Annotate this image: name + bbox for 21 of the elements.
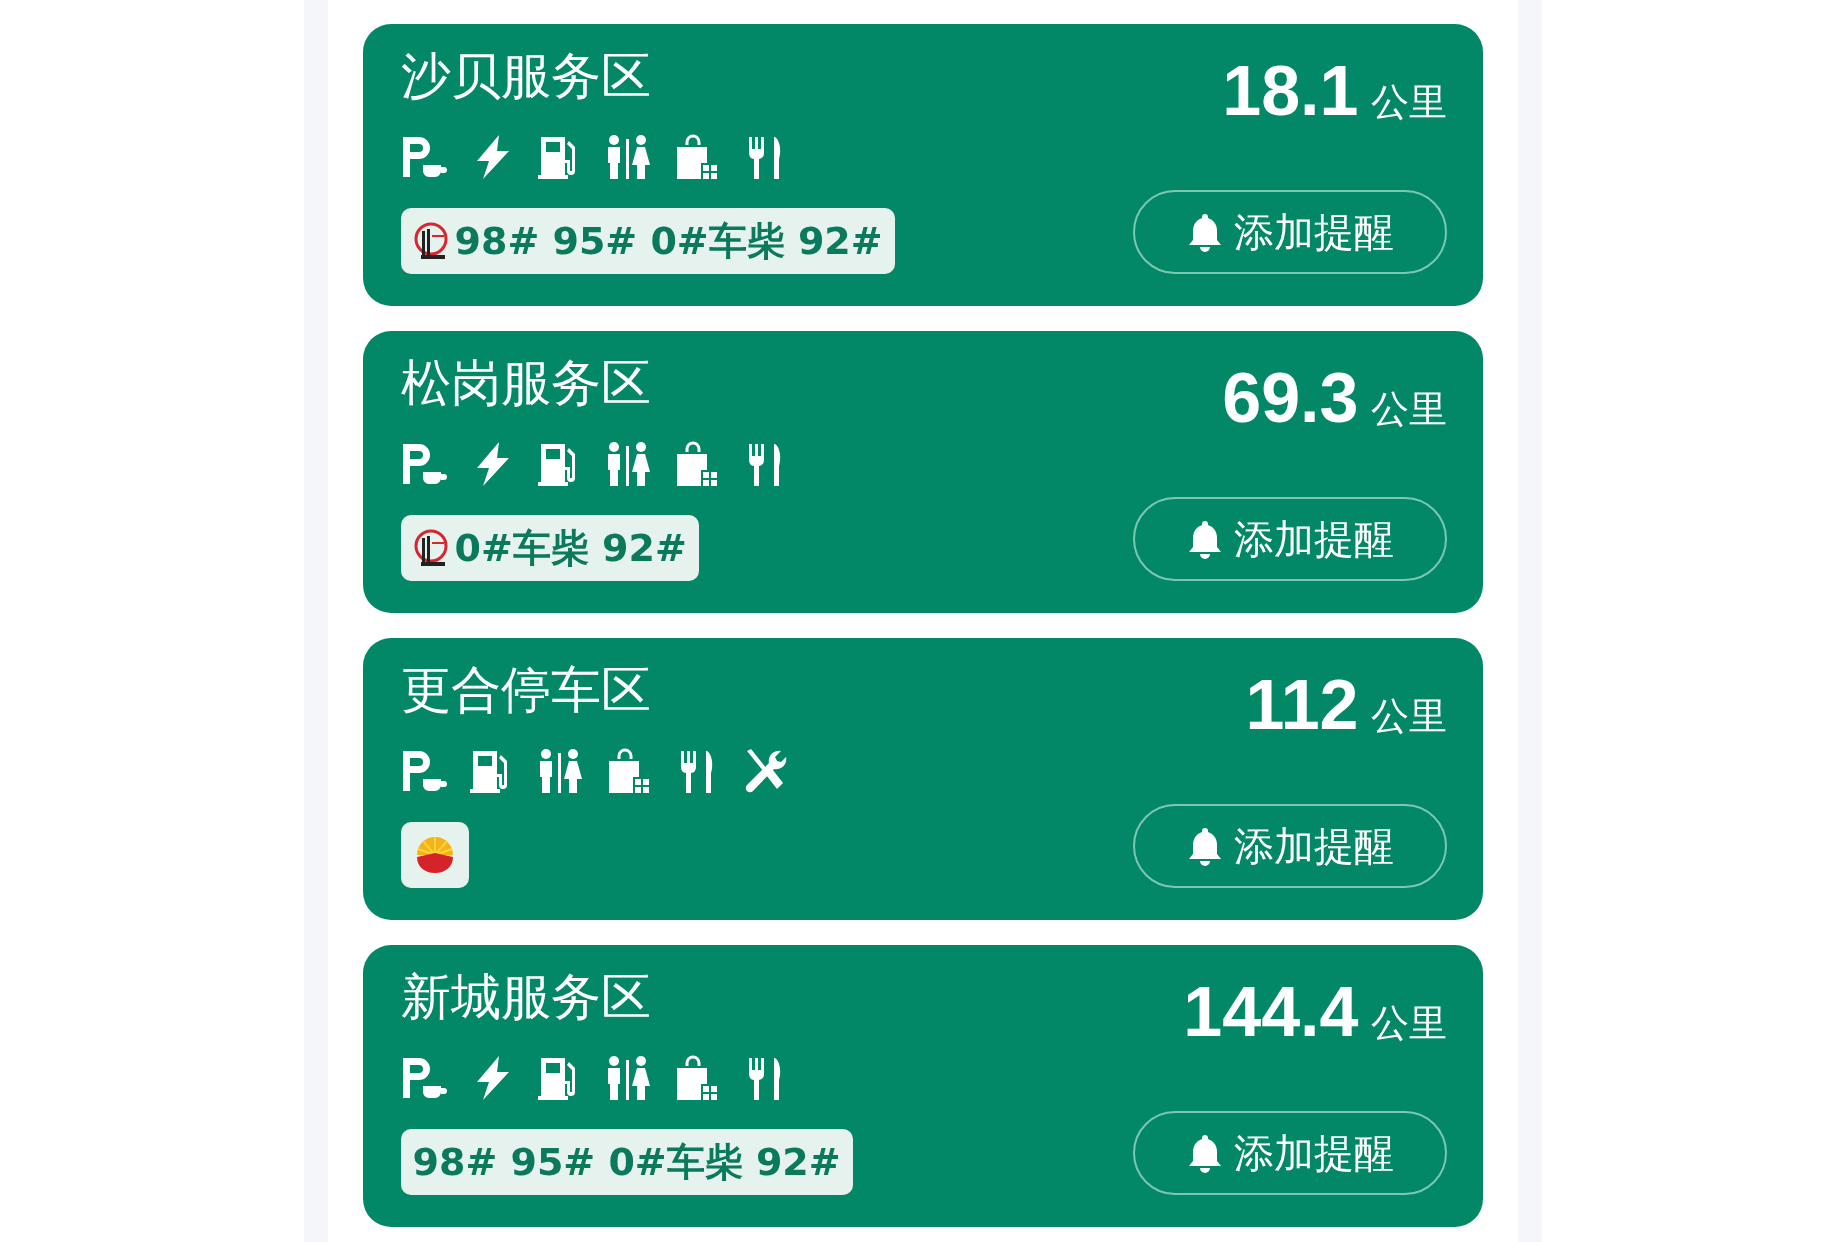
service-area-name: 新城服务区 (400, 967, 652, 1027)
fuel-grades: 98# 95# 0#车柴 92# (454, 217, 883, 265)
distance-unit: 公里 (1370, 1004, 1447, 1042)
distance-value: 112 (1245, 670, 1359, 740)
add-reminder-button[interactable]: 添加提醒 (1132, 190, 1447, 274)
distance-value: 144.4 (1183, 977, 1359, 1047)
distance-unit: 公里 (1370, 83, 1447, 121)
service-area-name: 沙贝服务区 (400, 46, 652, 106)
brand-logo-icon (412, 528, 449, 568)
brand-logo-icon (412, 221, 449, 261)
service-area-name: 松岗服务区 (400, 353, 652, 413)
distance-value: 18.1 (1222, 56, 1359, 126)
fuel-grades: 0#车柴 92# (454, 524, 687, 572)
fuel-grades: 98# 95# 0#车柴 92# (412, 1138, 841, 1186)
distance-value: 69.3 (1222, 363, 1359, 433)
add-reminder-button[interactable]: 添加提醒 (1132, 804, 1447, 888)
add-reminder-button[interactable]: 添加提醒 (1132, 497, 1447, 581)
distance-unit: 公里 (1370, 390, 1447, 428)
service-area-name: 更合停车区 (400, 660, 652, 720)
distance-unit: 公里 (1370, 697, 1447, 735)
add-reminder-button[interactable]: 添加提醒 (1132, 1111, 1447, 1195)
